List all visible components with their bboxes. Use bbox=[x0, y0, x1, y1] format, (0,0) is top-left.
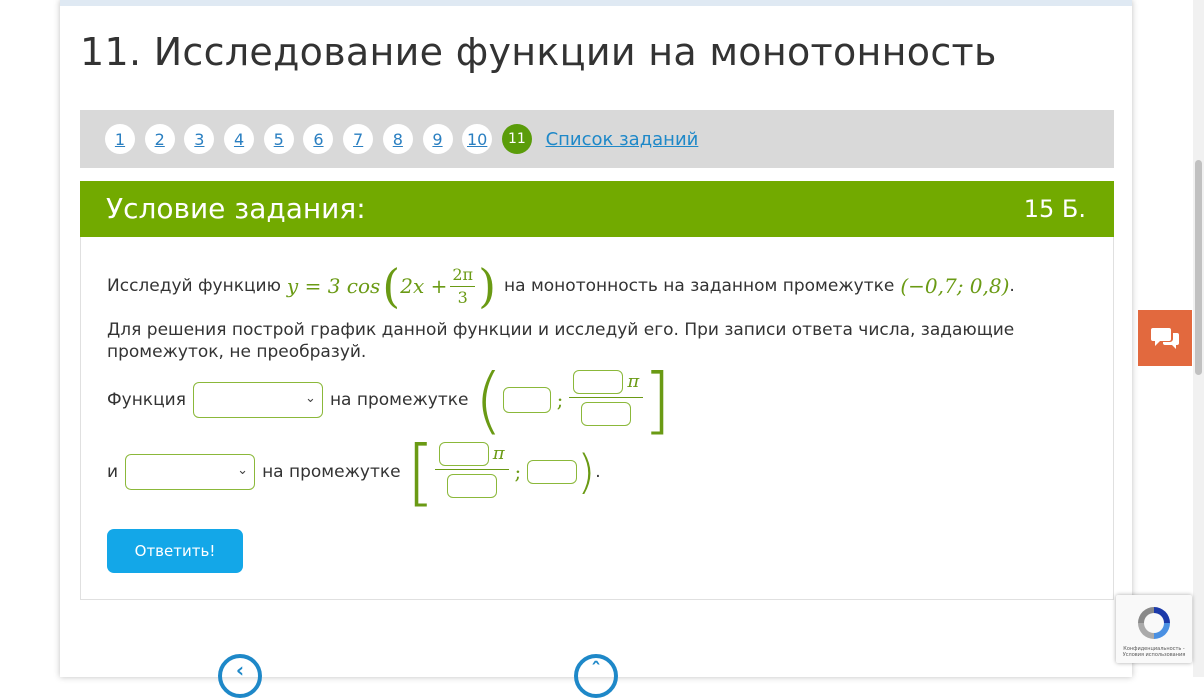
task-number-2[interactable]: 2 bbox=[144, 124, 175, 154]
up-button[interactable]: ˆ bbox=[574, 654, 618, 698]
row1-close-bracket: ] bbox=[643, 358, 672, 442]
row2-close-paren: ) bbox=[577, 445, 596, 499]
answer-button[interactable]: Ответить! bbox=[107, 529, 243, 573]
task-number-1[interactable]: 1 bbox=[105, 124, 135, 154]
formula-close-paren: ) bbox=[478, 259, 497, 313]
row2-denominator-input[interactable] bbox=[446, 473, 497, 498]
row1-denominator-input[interactable] bbox=[581, 401, 632, 426]
page-title: 11. Исследование функции на монотонность bbox=[80, 30, 997, 74]
row2-semicolon: ; bbox=[514, 460, 522, 484]
statement-prefix: Исследуй функцию bbox=[107, 276, 281, 296]
answer-row-1: Функция ⌄ на промежутке ( ; π ] bbox=[107, 358, 672, 442]
statement-middle: на монотонность на заданном промежутке bbox=[504, 276, 895, 296]
task-number-10[interactable]: 10 bbox=[462, 124, 493, 154]
task-header-title: Условие задания: bbox=[106, 192, 366, 225]
task-instruction: Для решения построй график данной функци… bbox=[107, 320, 1015, 362]
formula-lhs: y = 3 cos bbox=[286, 274, 381, 298]
previous-task-button[interactable]: ‹ bbox=[218, 654, 262, 698]
answer-row-2: и ⌄ на промежутке [ π ; ) . bbox=[107, 430, 601, 514]
page-container: 11. Исследование функции на монотонность… bbox=[60, 0, 1132, 698]
task-number-3[interactable]: 3 bbox=[184, 124, 215, 154]
row1-open-paren: ( bbox=[474, 358, 503, 442]
monotonicity-select-2[interactable]: ⌄ bbox=[125, 454, 256, 490]
fraction-top: π bbox=[434, 441, 509, 470]
chat-button[interactable] bbox=[1138, 310, 1192, 366]
arrow-left-icon: ‹ bbox=[235, 658, 245, 682]
given-interval: (−0,7; 0,8) bbox=[900, 274, 1010, 298]
chat-icon bbox=[1151, 328, 1179, 349]
task-number-8[interactable]: 8 bbox=[382, 124, 413, 154]
row2-middle: на промежутке bbox=[262, 462, 401, 482]
row1-left-bound-input[interactable] bbox=[502, 387, 551, 413]
statement-end: . bbox=[1009, 276, 1015, 296]
task-list-link[interactable]: Список заданий bbox=[546, 129, 699, 150]
task-header: Условие задания: 15 Б. bbox=[80, 181, 1114, 237]
row2-left-bound-fraction: π bbox=[434, 441, 509, 503]
chevron-down-icon: ⌄ bbox=[237, 463, 249, 478]
task-points: 15 Б. bbox=[1023, 195, 1086, 223]
task-number-5[interactable]: 5 bbox=[263, 124, 294, 154]
pi-symbol: π bbox=[627, 371, 640, 392]
row1-right-bound-fraction: π bbox=[569, 369, 644, 431]
row1-numerator-input[interactable] bbox=[573, 369, 624, 394]
row2-label: и bbox=[107, 462, 119, 482]
task-number-7[interactable]: 7 bbox=[343, 124, 374, 154]
recaptcha-icon bbox=[1138, 607, 1170, 639]
task-number-9[interactable]: 9 bbox=[422, 124, 453, 154]
row2-numerator-input[interactable] bbox=[438, 441, 489, 466]
task-body: Исследуй функцию y = 3 cos ( 2x + 2π 3 )… bbox=[80, 237, 1114, 600]
recaptcha-text: Конфиденциальность - Условия использован… bbox=[1122, 646, 1186, 658]
scrollbar[interactable] bbox=[1193, 0, 1204, 677]
fraction-denominator: 3 bbox=[457, 287, 468, 307]
task-statement-line: Исследуй функцию y = 3 cos ( 2x + 2π 3 )… bbox=[107, 259, 1015, 313]
row2-end: . bbox=[595, 462, 601, 482]
row1-middle: на промежутке bbox=[329, 390, 469, 410]
top-strip bbox=[60, 0, 1132, 6]
formula-fraction: 2π 3 bbox=[450, 265, 476, 308]
row2-right-bound-input[interactable] bbox=[527, 460, 578, 484]
monotonicity-select-1[interactable]: ⌄ bbox=[192, 382, 323, 418]
left-background bbox=[0, 0, 60, 677]
formula-open-paren: ( bbox=[382, 259, 401, 313]
recaptcha-badge[interactable]: Конфиденциальность - Условия использован… bbox=[1116, 595, 1192, 663]
formula-inner: 2x + bbox=[400, 274, 448, 298]
chevron-down-icon: ⌄ bbox=[305, 391, 316, 406]
row1-semicolon: ; bbox=[556, 388, 564, 412]
row2-open-bracket: [ bbox=[406, 430, 435, 514]
fraction-bottom bbox=[446, 470, 497, 503]
scrollbar-thumb[interactable] bbox=[1195, 160, 1202, 375]
task-number-11[interactable]: 11 bbox=[501, 124, 532, 154]
fraction-top: π bbox=[569, 369, 644, 398]
fraction-numerator: 2π bbox=[450, 265, 476, 287]
row1-label: Функция bbox=[107, 390, 186, 410]
pi-symbol: π bbox=[492, 443, 505, 464]
fraction-bottom bbox=[581, 398, 632, 431]
arrow-up-icon: ˆ bbox=[591, 658, 601, 682]
task-number-list: 1 2 3 4 5 6 7 8 9 10 11 Список заданий bbox=[105, 124, 698, 154]
task-number-6[interactable]: 6 bbox=[303, 124, 334, 154]
task-navigation: 1 2 3 4 5 6 7 8 9 10 11 Список заданий bbox=[80, 110, 1114, 168]
task-number-4[interactable]: 4 bbox=[224, 124, 255, 154]
